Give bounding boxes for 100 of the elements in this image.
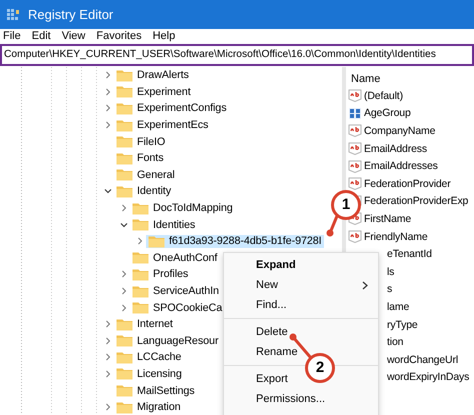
menu-item[interactable]: File <box>3 30 21 42</box>
chevron-right-icon[interactable] <box>120 270 128 278</box>
folder-icon <box>116 400 133 414</box>
value-name[interactable]: (Default) <box>364 90 403 102</box>
value-name[interactable]: FederationProviderExp <box>364 195 468 208</box>
chevron-right-icon[interactable] <box>120 204 128 212</box>
value-name[interactable]: FriendlyName <box>364 230 428 243</box>
menu-item[interactable]: Rename <box>256 342 298 362</box>
chevron-right-icon[interactable] <box>104 403 112 412</box>
tree-item[interactable]: LCCache <box>114 350 184 364</box>
chevron-right-icon[interactable] <box>104 353 112 362</box>
folder-icon <box>132 284 149 298</box>
chevron-right-icon[interactable] <box>136 237 144 246</box>
menu-item[interactable]: Favorites <box>96 30 142 42</box>
value-name[interactable]: tion <box>387 336 404 348</box>
tree-item[interactable]: Identity <box>114 184 174 198</box>
folder-icon <box>116 367 133 380</box>
tree-item[interactable]: ExperimentConfigs <box>114 102 229 115</box>
menu-item[interactable]: Export <box>256 369 288 389</box>
chevron-right-icon[interactable] <box>104 320 112 328</box>
value-name[interactable]: AgeGroup <box>364 107 411 120</box>
folder-icon <box>116 168 133 182</box>
folder-icon <box>116 152 133 165</box>
menu-item[interactable]: Permissions... <box>256 389 326 409</box>
chevron-down-icon[interactable] <box>104 187 112 196</box>
tree-item[interactable]: ServiceAuthIn <box>130 284 221 298</box>
tree-item[interactable]: FileIO <box>114 135 168 148</box>
tree-item[interactable]: MailSettings <box>114 384 197 398</box>
folder-icon <box>132 251 149 264</box>
tree-item[interactable]: General <box>114 168 177 182</box>
menu-item[interactable]: Edit <box>32 30 51 42</box>
tree-item[interactable]: Internet <box>114 318 175 331</box>
tree-item[interactable]: Identities <box>130 218 198 232</box>
column-header[interactable]: Name <box>348 67 474 87</box>
value-name[interactable]: eTenantId <box>387 248 432 260</box>
tree-item[interactable]: Licensing <box>114 367 184 380</box>
folder-icon <box>132 202 149 215</box>
chevron-right-icon[interactable] <box>104 88 112 96</box>
chevron-right-icon[interactable] <box>104 121 112 130</box>
folder-icon <box>116 68 133 82</box>
value-name[interactable]: s <box>387 283 392 296</box>
tree-item[interactable]: ExperimentEcs <box>114 118 210 132</box>
value-name[interactable]: lame <box>387 300 410 313</box>
string-value-icon <box>348 160 362 173</box>
string-value-icon <box>348 142 362 156</box>
string-value-icon <box>348 177 362 190</box>
tree-item[interactable]: OneAuthConf <box>130 251 220 264</box>
tree-item[interactable]: Migration <box>114 400 183 414</box>
chevron-down-icon[interactable] <box>120 220 128 229</box>
value-name[interactable]: FederationProvider <box>364 178 451 190</box>
folder-icon <box>116 118 133 132</box>
value-name[interactable]: ryType <box>387 318 418 331</box>
value-name[interactable]: EmailAddresses <box>364 160 438 172</box>
chevron-right-icon[interactable] <box>104 71 112 80</box>
value-name[interactable]: wordChangeUrl <box>387 354 458 366</box>
tree-item[interactable]: Fonts <box>114 152 166 165</box>
tree-item[interactable]: LanguageResour <box>114 334 220 348</box>
string-value-icon <box>348 89 362 102</box>
chevron-right-icon[interactable] <box>120 287 128 296</box>
value-name[interactable]: wordExpiryInDays <box>387 371 470 384</box>
arrow <box>326 215 338 236</box>
folder-icon <box>116 334 133 348</box>
folder-icon <box>132 268 149 281</box>
folder-icon <box>116 350 133 364</box>
menu-item[interactable]: View <box>62 30 86 42</box>
tree-item[interactable]: Experiment <box>114 85 193 98</box>
folder-icon <box>116 184 133 198</box>
folder-icon <box>116 135 133 148</box>
tree-item[interactable]: DrawAlerts <box>114 68 191 82</box>
chevron-right-icon[interactable] <box>104 370 112 378</box>
chevron-right-icon[interactable] <box>120 304 128 312</box>
step-badge: 1 <box>331 190 361 220</box>
string-value-icon <box>348 124 362 138</box>
folder-icon <box>132 218 149 232</box>
tree-item[interactable]: SPOCookieCa <box>130 301 224 314</box>
value-name[interactable]: CompanyName <box>364 124 436 137</box>
menu-item[interactable]: Expand <box>256 255 296 275</box>
folder-icon <box>116 318 133 331</box>
folder-icon <box>148 234 165 248</box>
tree-item[interactable]: f61d3a93-9288-4db5-b1fe-9728I <box>146 234 324 248</box>
registry-icon <box>6 8 20 22</box>
value-name[interactable]: EmailAddress <box>364 142 427 155</box>
binary-value-icon <box>348 106 362 120</box>
chevron-right-icon[interactable] <box>104 104 112 112</box>
string-value-icon <box>348 230 362 244</box>
folder-icon <box>132 301 149 314</box>
folder-icon <box>116 102 133 115</box>
chevron-right-icon[interactable] <box>104 336 112 345</box>
menu-item[interactable]: Find... <box>256 295 287 315</box>
window-title: Registry Editor <box>28 7 114 22</box>
menu-item[interactable]: Help <box>152 30 176 42</box>
value-name[interactable]: FirstName <box>364 212 412 225</box>
tree-item[interactable]: Profiles <box>130 268 190 281</box>
menu-item[interactable]: New <box>256 275 378 295</box>
value-name[interactable]: ls <box>387 266 394 278</box>
tree-item[interactable]: DocToIdMapping <box>130 202 235 215</box>
address-field[interactable]: Computer\HKEY_CURRENT_USER\Software\Microsoft\Office\16.0\Common\Identity\Identities <box>0 44 474 66</box>
chevron-right-icon <box>362 281 368 290</box>
folder-icon <box>116 384 133 398</box>
menu-item[interactable]: Delete <box>256 322 288 342</box>
